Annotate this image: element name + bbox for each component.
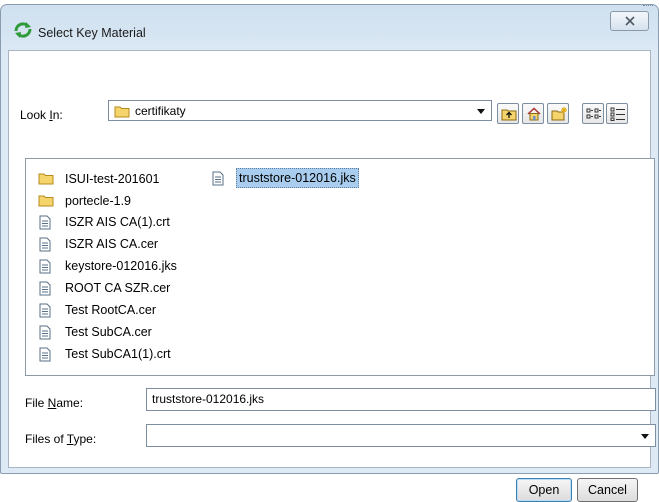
details-view-icon [610,107,625,121]
app-icon [14,22,32,38]
document-icon [39,347,51,362]
window-title: Select Key Material [38,26,146,40]
file-name: ISZR AIS CA(1).crt [65,215,170,229]
file-name: truststore-012016.jks [236,168,359,188]
file-name: portecle-1.9 [65,194,132,208]
file-name: ISUI-test-201601 [65,172,160,186]
files-of-type-combo[interactable] [146,424,656,447]
file-name: Test SubCA.cer [65,325,152,339]
cancel-button[interactable]: Cancel [577,478,638,502]
new-folder-button[interactable] [547,103,569,124]
look-in-label: Look In: [20,108,63,122]
dialog-client: Look In: certifikaty ISUI-test-201601 po… [8,50,656,502]
close-icon [624,16,635,26]
list-view-button[interactable] [582,103,604,124]
home-button[interactable] [522,103,544,124]
new-folder-icon [551,107,567,121]
files-of-type-label: Files of Type: [25,432,97,446]
document-icon [39,237,51,252]
document-icon [39,259,51,274]
open-button[interactable]: Open [516,478,572,502]
look-in-value: certifikaty [135,104,186,118]
home-icon [527,107,541,121]
look-in-combo[interactable]: certifikaty [108,100,492,121]
document-icon [39,215,51,230]
file-name-field[interactable]: truststore-012016.jks [146,388,656,411]
document-icon [39,303,51,318]
file-list[interactable]: ISUI-test-201601 portecle-1.9 ISZR AIS C… [25,158,655,376]
chevron-down-icon[interactable] [477,109,485,114]
close-button[interactable] [610,11,649,31]
file-name: Test RootCA.cer [65,303,157,317]
up-folder-button[interactable] [497,103,519,124]
document-icon [39,325,51,340]
chevron-down-icon[interactable] [641,434,649,439]
file-name-label: File Name: [25,396,84,410]
document-icon [212,171,224,186]
dialog-window: Select Key Material Look In: certifikaty [0,4,659,502]
document-icon [39,281,51,296]
file-name: Test SubCA1(1).crt [65,347,171,361]
file-name: keystore-012016.jks [65,259,177,273]
folder-icon [38,173,54,185]
file-name: ROOT CA SZR.cer [65,281,171,295]
file-name: ISZR AIS CA.cer [65,237,159,251]
list-view-icon [586,108,601,119]
up-folder-icon [501,109,517,121]
title-bar[interactable]: Select Key Material [1,5,658,51]
folder-icon [38,195,54,207]
folder-icon [114,106,130,118]
details-view-button[interactable] [606,103,628,124]
